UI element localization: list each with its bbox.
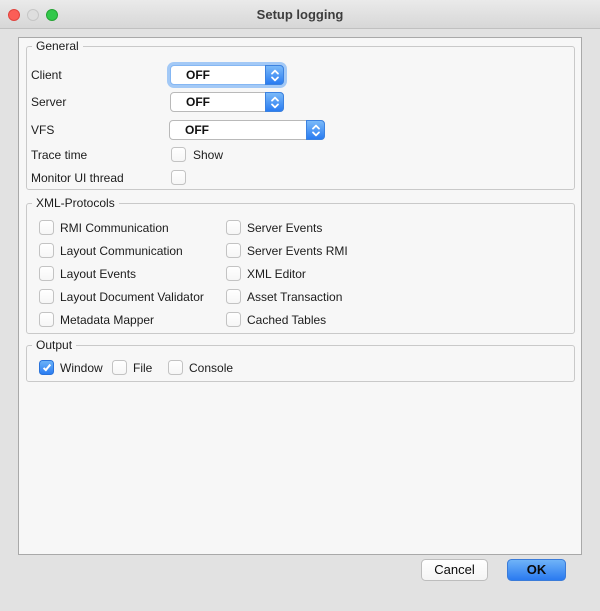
output-group: Output Window File Console [26, 345, 575, 382]
xml-protocols-group: XML-Protocols RMI Communication Server E… [26, 203, 575, 334]
xml-editor-label: XML Editor [247, 267, 306, 281]
checkbox-xml-editor[interactable] [226, 266, 241, 281]
checkbox-output-file[interactable] [112, 360, 127, 375]
checkbox-trace-time-show[interactable] [171, 147, 186, 162]
content-panel: General Client OFF Server OFF VFS OFF Tr… [18, 37, 582, 555]
monitor-ui-thread-label: Monitor UI thread [31, 171, 124, 185]
checkbox-server-events[interactable] [226, 220, 241, 235]
client-dropdown[interactable]: OFF [170, 65, 284, 85]
checkbox-monitor-ui-thread[interactable] [171, 170, 186, 185]
metadata-mapper-label: Metadata Mapper [60, 313, 154, 327]
client-dropdown-value: OFF [186, 66, 210, 84]
vfs-dropdown-value: OFF [185, 121, 209, 139]
server-dropdown-value: OFF [186, 93, 210, 111]
layout-document-validator-label: Layout Document Validator [60, 290, 204, 304]
client-label: Client [31, 68, 62, 82]
checkmark-icon [42, 362, 50, 371]
checkbox-server-events-rmi[interactable] [226, 243, 241, 258]
checkbox-asset-transaction[interactable] [226, 289, 241, 304]
checkbox-output-console[interactable] [168, 360, 183, 375]
trace-time-show-label: Show [193, 148, 223, 162]
output-console-label: Console [189, 361, 233, 375]
chevron-updown-icon [265, 92, 284, 112]
checkbox-layout-document-validator[interactable] [39, 289, 54, 304]
layout-events-label: Layout Events [60, 267, 136, 281]
checkbox-metadata-mapper[interactable] [39, 312, 54, 327]
asset-transaction-label: Asset Transaction [247, 290, 342, 304]
trace-time-label: Trace time [31, 148, 87, 162]
output-file-label: File [133, 361, 152, 375]
title-bar: Setup logging [0, 0, 600, 29]
chevron-updown-icon [265, 65, 284, 85]
checkbox-layout-events[interactable] [39, 266, 54, 281]
chevron-updown-icon [306, 120, 325, 140]
vfs-label: VFS [31, 123, 54, 137]
checkbox-output-window[interactable] [39, 360, 54, 375]
window-title: Setup logging [0, 7, 600, 22]
output-group-title: Output [32, 338, 76, 353]
layout-communication-label: Layout Communication [60, 244, 183, 258]
server-dropdown[interactable]: OFF [170, 92, 284, 112]
general-group: General Client OFF Server OFF VFS OFF Tr… [26, 46, 575, 190]
cancel-button[interactable]: Cancel [421, 559, 488, 581]
checkbox-cached-tables[interactable] [226, 312, 241, 327]
checkbox-rmi-communication[interactable] [39, 220, 54, 235]
rmi-communication-label: RMI Communication [60, 221, 169, 235]
general-group-title: General [32, 39, 83, 54]
output-window-label: Window [60, 361, 103, 375]
server-events-label: Server Events [247, 221, 322, 235]
checkbox-layout-communication[interactable] [39, 243, 54, 258]
server-events-rmi-label: Server Events RMI [247, 244, 348, 258]
cached-tables-label: Cached Tables [247, 313, 326, 327]
vfs-dropdown[interactable]: OFF [169, 120, 325, 140]
xml-protocols-group-title: XML-Protocols [32, 196, 119, 211]
ok-button[interactable]: OK [507, 559, 566, 581]
server-label: Server [31, 95, 66, 109]
